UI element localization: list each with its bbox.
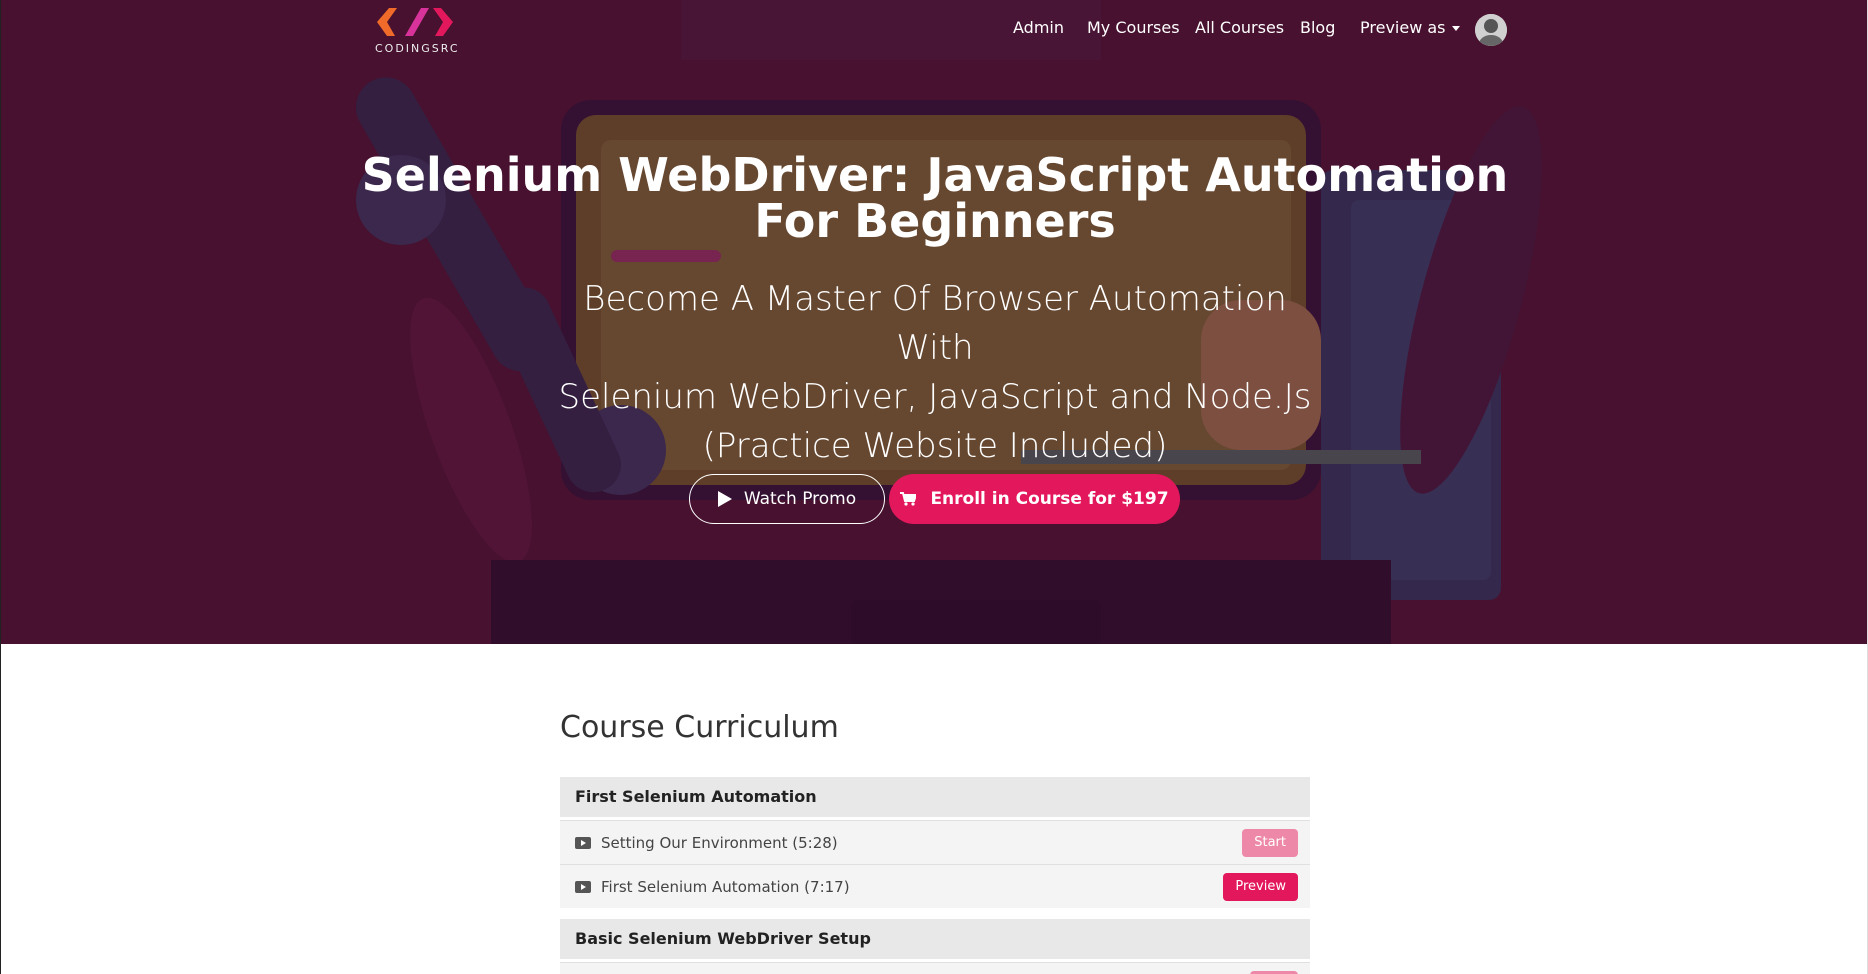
- start-button[interactable]: [1250, 970, 1298, 974]
- lecture-item[interactable]: Setting Our Environment (5:28) Start: [560, 820, 1310, 864]
- lecture-item[interactable]: First Selenium Automation (7:17) Preview: [560, 864, 1310, 908]
- caret-down-icon: [1451, 26, 1460, 31]
- lecture-label: Setting Our Environment (5:28): [601, 833, 838, 852]
- section-header: First Selenium Automation: [560, 777, 1310, 817]
- video-icon: [575, 880, 591, 893]
- nav-preview-as[interactable]: Preview as: [1360, 18, 1460, 37]
- start-button[interactable]: Start: [1242, 828, 1298, 857]
- cart-icon: [900, 492, 917, 506]
- user-avatar[interactable]: [1475, 14, 1507, 46]
- course-subtitle-line-3: (Practice Website Included): [702, 426, 1168, 466]
- nav-all-courses[interactable]: All Courses: [1195, 18, 1284, 37]
- avatar-icon: [1475, 14, 1507, 46]
- watch-promo-button[interactable]: Watch Promo: [689, 474, 885, 524]
- course-title-line-1: Selenium WebDriver: JavaScript Automatio…: [361, 148, 1509, 202]
- play-icon: [717, 491, 732, 507]
- nav-preview-as-label: Preview as: [1360, 18, 1446, 37]
- logo-wordmark: CODINGSRC: [375, 42, 460, 55]
- course-subtitle: Become A Master Of Browser Automation Wi…: [555, 275, 1315, 471]
- course-title: Selenium WebDriver: JavaScript Automatio…: [1, 148, 1867, 248]
- course-title-line-2: For Beginners: [754, 194, 1116, 248]
- watch-promo-label: Watch Promo: [743, 489, 857, 509]
- lecture-item[interactable]: [560, 962, 1310, 974]
- top-nav: Admin My Courses All Courses Blog Previe…: [1, 18, 1867, 42]
- enroll-button[interactable]: Enroll in Course for $197: [889, 474, 1180, 524]
- nav-admin[interactable]: Admin: [1013, 18, 1064, 37]
- course-subtitle-line-1: Become A Master Of Browser Automation Wi…: [583, 279, 1287, 368]
- section-header: Basic Selenium WebDriver Setup: [560, 919, 1310, 959]
- nav-my-courses[interactable]: My Courses: [1087, 18, 1180, 37]
- hero-banner: CODINGSRC Admin My Courses All Courses B…: [1, 0, 1867, 644]
- nav-blog[interactable]: Blog: [1300, 18, 1335, 37]
- lecture-label: First Selenium Automation (7:17): [601, 877, 850, 896]
- page: CODINGSRC Admin My Courses All Courses B…: [0, 0, 1868, 974]
- curriculum-title: Course Curriculum: [560, 710, 839, 745]
- course-subtitle-line-2: Selenium WebDriver, JavaScript and Node.…: [558, 377, 1312, 417]
- video-icon: [575, 836, 591, 849]
- enroll-label: Enroll in Course for $197: [930, 489, 1169, 509]
- preview-button[interactable]: Preview: [1223, 872, 1298, 901]
